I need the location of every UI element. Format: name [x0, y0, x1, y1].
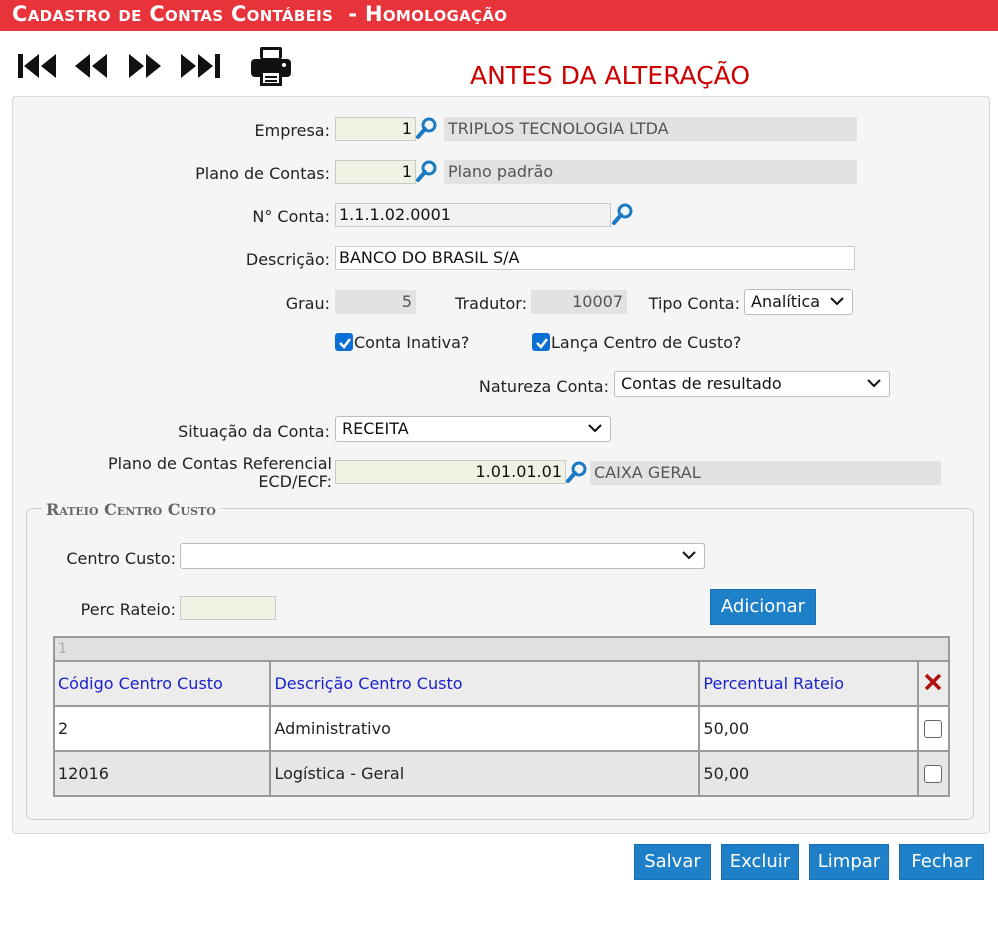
- row-select-checkbox[interactable]: [924, 765, 943, 784]
- tradutor-field: 10007: [531, 290, 627, 314]
- rateio-table: 1 Código Centro Custo Descrição Centro C…: [52, 636, 951, 797]
- rateio-legend: Rateio Centro Custo: [42, 500, 220, 519]
- referencial-label-line2: ECD/ECF:: [258, 472, 332, 491]
- last-record-icon[interactable]: [180, 48, 220, 82]
- grau-label: Grau:: [285, 294, 330, 313]
- cell-descricao: Logística - Geral: [269, 750, 701, 797]
- descricao-label: Descrição:: [245, 250, 330, 269]
- referencial-label: Plano de Contas Referencial ECD/ECF:: [90, 455, 332, 491]
- header-descricao[interactable]: Descrição Centro Custo: [269, 660, 701, 707]
- delete-header-cell: [916, 660, 951, 707]
- plano-name-field: Plano padrão: [444, 160, 857, 184]
- row-select-cell: [916, 705, 951, 752]
- printer-icon[interactable]: [250, 46, 292, 88]
- perc-rateio-label: Perc Rateio:: [80, 600, 176, 619]
- table-row[interactable]: 12016 Logística - Geral 50,00: [52, 750, 951, 797]
- chevron-down-icon: [682, 551, 696, 560]
- referencial-code-input[interactable]: 1.01.01.01: [335, 460, 566, 484]
- tipo-conta-label: Tipo Conta:: [648, 294, 740, 313]
- descricao-input[interactable]: BANCO DO BRASIL S/A: [335, 246, 855, 270]
- referencial-name-field: CAIXA GERAL: [590, 461, 941, 485]
- tradutor-label: Tradutor:: [455, 294, 527, 313]
- centro-custo-label: Centro Custo:: [66, 549, 176, 568]
- plano-label: Plano de Contas:: [195, 164, 330, 183]
- chevron-down-icon: [867, 379, 881, 388]
- table-pager-row: 1: [53, 636, 950, 662]
- header-percentual[interactable]: Percentual Rateio: [698, 660, 919, 707]
- first-record-icon[interactable]: [18, 48, 58, 82]
- natureza-select[interactable]: Contas de resultado: [614, 371, 890, 397]
- grau-field: 5: [335, 290, 416, 314]
- situacao-select[interactable]: RECEITA: [335, 416, 611, 442]
- referencial-label-line1: Plano de Contas Referencial: [107, 454, 332, 473]
- row-select-checkbox[interactable]: [924, 720, 943, 739]
- empresa-name-field: TRIPLOS TECNOLOGIA LTDA: [444, 117, 857, 141]
- cell-percentual: 50,00: [698, 750, 919, 797]
- cell-codigo: 2: [52, 705, 272, 752]
- referencial-search-icon[interactable]: [566, 461, 588, 483]
- conta-input[interactable]: 1.1.1.02.0001: [335, 203, 611, 227]
- table-header-row: Código Centro Custo Descrição Centro Cus…: [52, 660, 951, 707]
- lanca-centro-checkbox[interactable]: [532, 333, 550, 351]
- conta-label: N° Conta:: [252, 207, 330, 226]
- next-record-icon[interactable]: [128, 48, 162, 82]
- conta-inativa-label[interactable]: Conta Inativa?: [354, 333, 469, 352]
- table-row[interactable]: 2 Administrativo 50,00: [52, 705, 951, 752]
- tipo-conta-value: Analítica: [751, 292, 821, 311]
- chevron-down-icon: [830, 297, 844, 306]
- close-button[interactable]: Fechar: [899, 844, 984, 880]
- add-button[interactable]: Adicionar: [710, 589, 816, 625]
- plano-code-input[interactable]: 1: [335, 160, 416, 184]
- cell-descricao: Administrativo: [269, 705, 701, 752]
- tipo-conta-select[interactable]: Analítica: [744, 289, 853, 315]
- window-title: Cadastro de Contas Contábeis - Homologaç…: [0, 0, 998, 31]
- plano-search-icon[interactable]: [416, 160, 438, 182]
- conta-inativa-checkbox[interactable]: [335, 333, 353, 351]
- centro-custo-select[interactable]: [180, 543, 705, 569]
- row-select-cell: [916, 750, 951, 797]
- situacao-label: Situação da Conta:: [178, 422, 330, 441]
- save-button[interactable]: Salvar: [634, 844, 711, 880]
- delete-button[interactable]: Excluir: [721, 844, 799, 880]
- natureza-label: Natureza Conta:: [478, 377, 609, 396]
- situacao-value: RECEITA: [342, 419, 409, 438]
- empresa-label: Empresa:: [254, 121, 330, 140]
- empresa-search-icon[interactable]: [416, 117, 438, 139]
- cell-percentual: 50,00: [698, 705, 919, 752]
- warning-text: ANTES DA ALTERAÇÃO: [470, 61, 751, 90]
- previous-record-icon[interactable]: [74, 48, 108, 82]
- page-number[interactable]: 1: [53, 636, 950, 662]
- natureza-value: Contas de resultado: [621, 374, 782, 393]
- header-codigo[interactable]: Código Centro Custo: [52, 660, 272, 707]
- cell-codigo: 12016: [52, 750, 272, 797]
- empresa-code-input[interactable]: 1: [335, 117, 416, 141]
- conta-search-icon[interactable]: [612, 203, 634, 225]
- chevron-down-icon: [588, 424, 602, 433]
- lanca-centro-label[interactable]: Lança Centro de Custo?: [551, 333, 741, 352]
- perc-rateio-input[interactable]: [180, 596, 276, 620]
- delete-icon[interactable]: [923, 672, 943, 692]
- clear-button[interactable]: Limpar: [809, 844, 889, 880]
